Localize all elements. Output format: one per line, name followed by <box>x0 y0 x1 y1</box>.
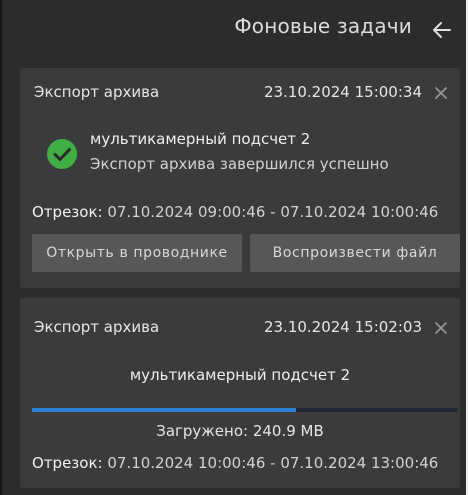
time-segment: Отрезок: 07.10.2024 09:00:46 - 07.10.202… <box>32 203 438 221</box>
arrow-left-icon[interactable] <box>430 18 454 42</box>
segment-label: Отрезок: <box>32 454 103 472</box>
segment-range: 07.10.2024 09:00:46 - 07.10.2024 10:00:4… <box>107 203 439 221</box>
task-card-in-progress: Экспорт архива 23.10.2024 15:02:03 мульт… <box>20 298 460 488</box>
export-name: мультикамерный подсчет 2 <box>90 130 311 148</box>
task-card-completed: Экспорт архива 23.10.2024 15:00:34 мульт… <box>20 68 460 288</box>
segment-range: 07.10.2024 10:00:46 - 07.10.2024 13:00:4… <box>107 454 439 472</box>
loaded-size: Загружено: 240.9 MB <box>156 422 324 440</box>
close-icon[interactable] <box>434 86 448 100</box>
task-title: Экспорт архива <box>34 318 160 336</box>
time-segment: Отрезок: 07.10.2024 10:00:46 - 07.10.202… <box>32 454 438 472</box>
progress-fill <box>32 408 297 412</box>
close-icon[interactable] <box>434 321 448 335</box>
progress-bar <box>32 408 458 412</box>
play-file-button[interactable]: Воспроизвести файл <box>250 234 460 272</box>
check-circle-icon <box>47 139 77 169</box>
task-title: Экспорт архива <box>34 83 160 101</box>
export-name: мультикамерный подсчет 2 <box>129 366 351 384</box>
task-timestamp: 23.10.2024 15:00:34 <box>263 83 422 101</box>
panel-header: Фоновые задачи <box>2 0 466 62</box>
open-in-explorer-button[interactable]: Открыть в проводнике <box>32 234 242 272</box>
segment-label: Отрезок: <box>32 203 103 221</box>
background-tasks-panel: Фоновые задачи Экспорт архива 23.10.2024… <box>0 0 466 495</box>
task-timestamp: 23.10.2024 15:02:03 <box>263 318 422 336</box>
panel-title: Фоновые задачи <box>234 14 412 38</box>
status-message: Экспорт архива завершился успешно <box>90 155 389 173</box>
